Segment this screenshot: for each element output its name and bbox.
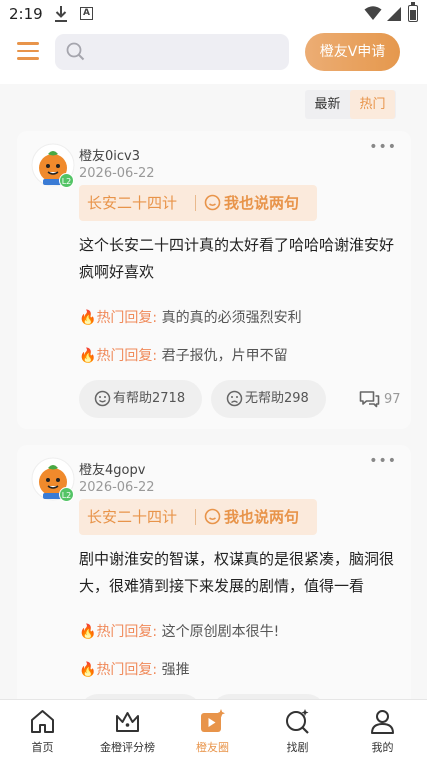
helpful-button[interactable]: 有帮助2718 — [79, 380, 202, 418]
sort-switch: 最新 热门 — [305, 90, 396, 119]
hot-reply-text: 这个原创剧本很牛! — [161, 624, 280, 640]
divider — [195, 509, 196, 525]
post-content[interactable]: 剧中谢淮安的智谋，权谋真的是很紧凑，脑洞很大，很难猜到接下来发展的剧情，值得一看 — [79, 546, 401, 600]
comment-icon — [359, 391, 380, 408]
wifi-icon — [364, 6, 382, 20]
more-options-button[interactable]: ••• — [369, 453, 397, 469]
comment-count: 97 — [384, 392, 401, 407]
fire-icon: 🔥 — [79, 624, 97, 640]
show-name[interactable]: 长安二十四计 — [87, 185, 177, 221]
show-tag: 长安二十四计 我也说两句 — [79, 499, 317, 535]
search-sparkle-icon — [286, 709, 309, 734]
hot-reply-text: 强推 — [161, 662, 190, 678]
nav-label: 首页 — [31, 741, 54, 754]
post-content[interactable]: 这个长安二十四计真的太好看了哈哈哈谢淮安好疯啊好喜欢 — [79, 232, 401, 286]
username[interactable]: 橙友4gopv — [79, 459, 145, 478]
say-something-button[interactable]: 我也说两句 — [204, 499, 299, 535]
top-header: 橙友V申请 — [0, 30, 427, 84]
username[interactable]: 橙友0icv3 — [79, 145, 140, 164]
download-icon — [55, 6, 67, 22]
app-notification-icon: A — [80, 7, 93, 20]
post-date: 2026-06-22 — [79, 166, 155, 181]
menu-button[interactable] — [17, 42, 39, 62]
crown-icon — [116, 712, 139, 732]
say-label: 我也说两句 — [224, 508, 300, 526]
bottom-nav: 首页 金橙评分榜 橙友圈 找剧 我的 — [0, 699, 427, 759]
show-name[interactable]: 长安二十四计 — [87, 499, 177, 535]
unhelpful-count: 无帮助298 — [245, 391, 309, 406]
post-card[interactable]: L2 橙友0icv3 2026-06-22 ••• 长安二十四计 我也说两句 这… — [17, 131, 411, 429]
battery-icon — [408, 2, 418, 22]
status-time: 2:19 — [9, 5, 43, 23]
smile-chat-icon — [204, 194, 221, 211]
say-label: 我也说两句 — [224, 194, 300, 212]
nav-label: 找剧 — [286, 741, 309, 754]
nav-profile[interactable]: 我的 — [340, 700, 425, 759]
apply-v-button[interactable]: 橙友V申请 — [305, 33, 400, 71]
nav-label: 我的 — [371, 741, 394, 754]
nav-friends-circle[interactable]: 橙友圈 — [170, 700, 255, 759]
home-icon — [31, 710, 54, 733]
search-input[interactable] — [90, 38, 280, 64]
nav-label: 橙友圈 — [196, 741, 229, 754]
hot-reply-text: 君子报仇，片甲不留 — [161, 348, 288, 364]
smile-chat-icon — [204, 508, 221, 525]
say-something-button[interactable]: 我也说两句 — [204, 185, 299, 221]
nav-find-show[interactable]: 找剧 — [255, 700, 340, 759]
hot-reply[interactable]: 🔥热门回复: 这个原创剧本很牛! — [79, 621, 279, 641]
signal-icon — [387, 7, 401, 21]
unhelpful-button[interactable]: 无帮助298 — [211, 380, 326, 418]
fire-icon: 🔥 — [79, 310, 97, 326]
nav-label: 金橙评分榜 — [100, 741, 155, 754]
hot-reply-text: 真的真的必须强烈安利 — [161, 310, 302, 326]
hot-reply[interactable]: 🔥热门回复: 真的真的必须强烈安利 — [79, 307, 302, 327]
fire-icon: 🔥 — [79, 662, 97, 678]
play-sparkle-icon — [201, 709, 225, 732]
nav-ranking[interactable]: 金橙评分榜 — [85, 700, 170, 759]
hot-reply[interactable]: 🔥热门回复: 强推 — [79, 659, 190, 679]
level-badge: L2 — [59, 487, 74, 502]
fire-icon: 🔥 — [79, 348, 97, 364]
level-badge: L2 — [59, 173, 74, 188]
person-icon — [371, 710, 394, 734]
app-screen: { "status_bar": { "time": "2:19" }, "hea… — [0, 0, 427, 759]
smile-icon — [94, 390, 111, 407]
post-card[interactable]: L2 橙友4gopv 2026-06-22 ••• 长安二十四计 我也说两句 剧… — [17, 445, 411, 735]
sort-latest-tab[interactable]: 最新 — [305, 90, 350, 119]
hot-reply-label: 热门回复: — [96, 624, 158, 640]
divider — [195, 195, 196, 211]
hot-reply-label: 热门回复: — [96, 348, 158, 364]
sort-hot-tab[interactable]: 热门 — [350, 90, 395, 119]
more-options-button[interactable]: ••• — [369, 139, 397, 155]
hot-reply-label: 热门回复: — [96, 310, 158, 326]
nav-home[interactable]: 首页 — [0, 700, 85, 759]
helpful-count: 有帮助2718 — [113, 391, 186, 406]
status-bar: 2:19 A — [0, 0, 427, 30]
frown-icon — [226, 390, 243, 407]
hot-reply-label: 热门回复: — [96, 662, 158, 678]
post-date: 2026-06-22 — [79, 480, 155, 495]
show-tag: 长安二十四计 我也说两句 — [79, 185, 317, 221]
hot-reply[interactable]: 🔥热门回复: 君子报仇，片甲不留 — [79, 345, 288, 365]
